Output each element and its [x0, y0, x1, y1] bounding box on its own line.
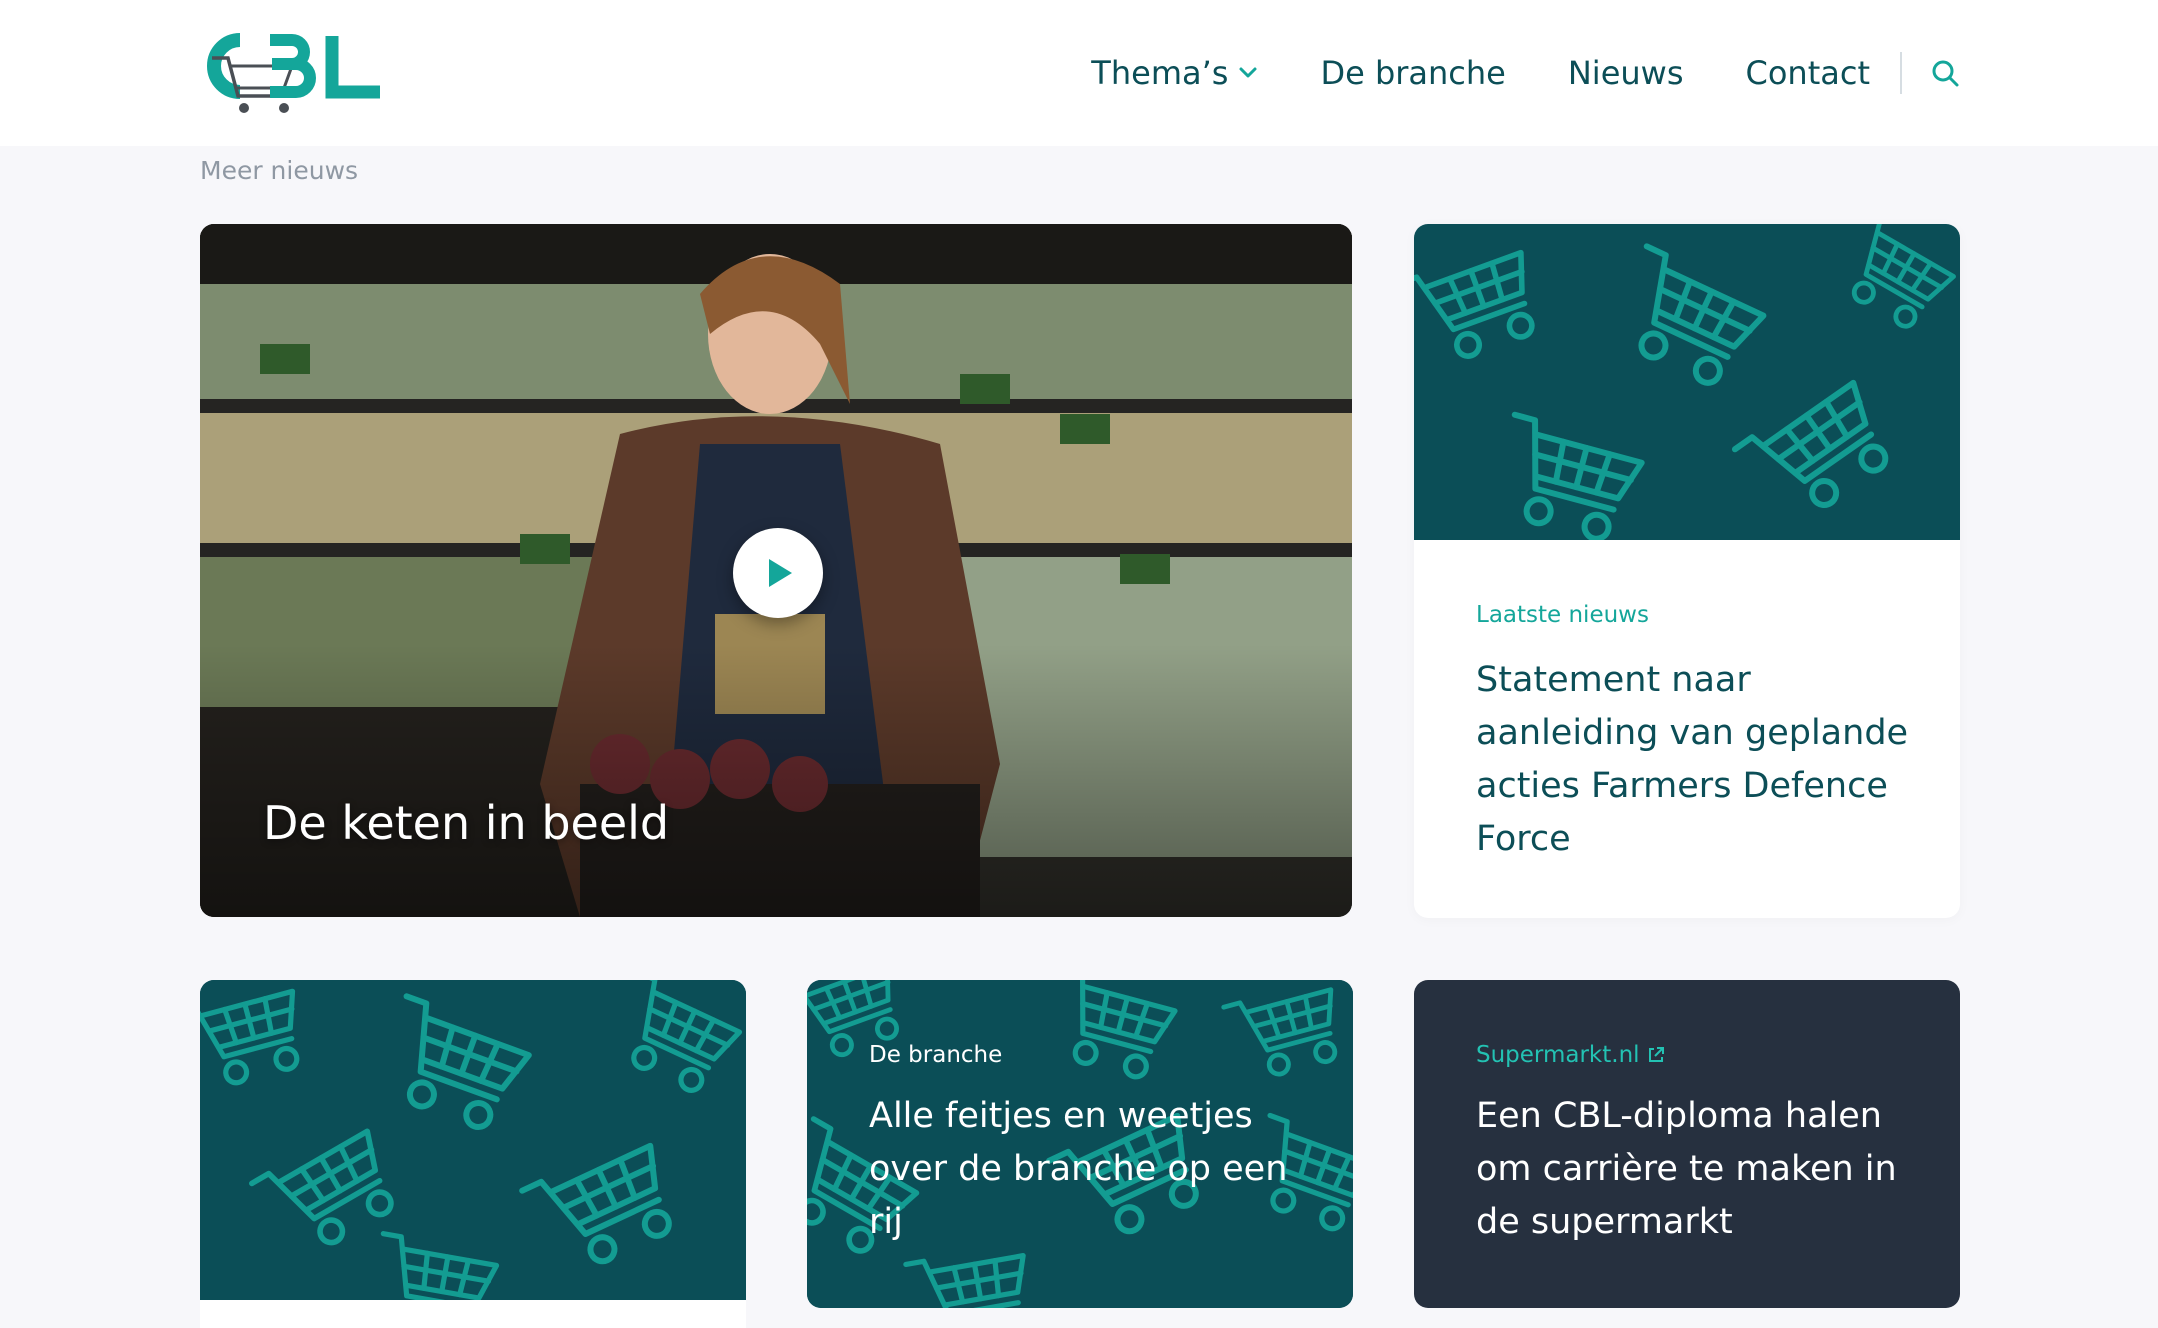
play-button[interactable]: [733, 528, 823, 618]
news-card-statement[interactable]: Laatste nieuws Statement naar aanleiding…: [1414, 224, 1960, 918]
feitjes-card-kicker: De branche: [869, 1042, 1003, 1068]
nav-contact[interactable]: Contact: [1746, 54, 1871, 92]
play-icon: [769, 559, 792, 587]
cart-pattern-image: [1414, 224, 1960, 540]
site-header: Thema’s De branche Nieuws Contact: [0, 0, 2158, 146]
news-card-feitjes[interactable]: De branche Alle feitjes en weetjes over …: [807, 980, 1353, 1308]
news-card-kicker: Laatste nieuws: [1476, 602, 1649, 628]
breadcrumb-meer-nieuws[interactable]: Meer nieuws: [200, 156, 358, 185]
feitjes-card-body: De branche Alle feitjes en weetjes over …: [869, 1042, 1309, 1249]
hero-video-card[interactable]: De keten in beeld: [200, 224, 1352, 917]
news-card-title[interactable]: Statement naar aanleiding van geplande a…: [1476, 654, 1916, 866]
nav-nieuws[interactable]: Nieuws: [1568, 54, 1684, 92]
diploma-card-source: Supermarkt.nl: [1476, 1042, 1640, 1068]
cbl-logo[interactable]: [200, 30, 384, 118]
diploma-card-kicker[interactable]: Supermarkt.nl: [1476, 1042, 1916, 1068]
nav-divider: [1900, 52, 1902, 94]
news-card-body: Laatste nieuws Statement naar aanleiding…: [1476, 602, 1916, 866]
nav-de-branche[interactable]: De branche: [1320, 54, 1505, 92]
main-nav: Thema’s De branche Nieuws Contact: [1091, 0, 1960, 146]
card-footer-strip: [200, 1300, 746, 1328]
diploma-card-title[interactable]: Een CBL-diploma halen om carrière te mak…: [1476, 1090, 1916, 1249]
nav-themas[interactable]: Thema’s: [1091, 54, 1258, 92]
cart-pattern-image: [200, 980, 746, 1328]
news-card-diploma[interactable]: Supermarkt.nl Een CBL-diploma halen om c…: [1414, 980, 1960, 1308]
nav-themas-label: Thema’s: [1091, 54, 1229, 92]
news-card-pattern[interactable]: [200, 980, 746, 1328]
chevron-down-icon: [1239, 67, 1257, 78]
search-icon: [1932, 60, 1959, 87]
hero-title: De keten in beeld: [263, 796, 670, 850]
diploma-card-body: Supermarkt.nl Een CBL-diploma halen om c…: [1476, 1042, 1916, 1249]
external-link-icon: [1648, 1047, 1664, 1062]
feitjes-card-title[interactable]: Alle feitjes en weetjes over de branche …: [869, 1090, 1309, 1249]
search-button[interactable]: [1930, 58, 1960, 88]
